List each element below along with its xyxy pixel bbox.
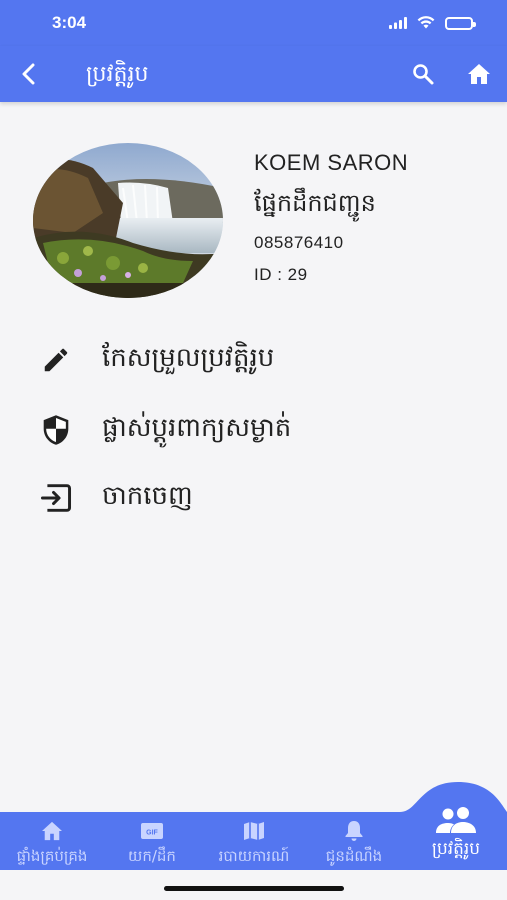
nav-item-pickup-delivery[interactable]: GIF យក/ដឹក [102,812,202,888]
shield-icon [38,412,74,448]
gif-icon: GIF [140,820,164,842]
profile-info: KOEM SARON ផ្នែកដឹកជញ្ជូន 085876410 ID :… [254,150,408,285]
battery-icon [445,17,476,30]
nav-item-profile[interactable]: ប្រវត្តិរូប [406,798,506,874]
status-icons [389,14,476,33]
menu-item-change-password[interactable]: ផ្លាស់ប្តូរពាក្យសម្ងាត់ [38,408,468,452]
home-icon [468,64,490,84]
nav-label: ប្រវត្តិរូប [431,839,481,859]
app-bar: ប្រវត្តិរូប [0,46,507,102]
search-button[interactable] [409,60,437,88]
nav-label: ជូនដំណឹង [325,847,383,865]
map-icon [243,820,265,842]
status-bar: 3:04 [0,0,507,46]
nav-label: របាយការណ៍ [218,847,290,865]
nav-item-notifications[interactable]: ជូនដំណឹង [304,812,404,888]
nav-label: ផ្ទាំងគ្រប់គ្រង [16,847,88,865]
profile-name: KOEM SARON [254,150,409,175]
menu-item-label: ចាកចេញ [102,481,193,511]
status-time: 3:04 [52,13,87,32]
nav-label: យក/ដឹក [128,847,176,865]
menu-item-label: ផ្លាស់ប្តូរពាក្យសម្ងាត់ [102,413,292,443]
menu-item-label: កែសម្រួលប្រវត្តិរូប [102,343,275,373]
profile-photo[interactable] [33,143,223,298]
waterfall-landscape-image [33,143,223,298]
search-icon [413,64,434,85]
profile-id: ID : 29 [254,265,308,284]
signal-icon [389,14,407,33]
home-indicator [164,886,344,891]
logout-icon [38,480,74,516]
profile-phone: 085876410 [254,233,344,252]
svg-text:GIF: GIF [146,830,158,837]
nav-item-dashboard[interactable]: ផ្ទាំងគ្រប់គ្រង [2,812,102,888]
pencil-icon [38,342,74,378]
people-icon [434,806,478,834]
profile-department: ផ្នែកដឹកជញ្ជូន [254,189,376,217]
wifi-icon [417,14,435,33]
menu-item-logout[interactable]: ចាកចេញ [38,476,468,520]
menu-item-edit-profile[interactable]: កែសម្រួលប្រវត្តិរូប [38,338,468,382]
bell-icon [344,820,364,842]
page-title: ប្រវត្តិរូប [86,62,149,87]
home-button[interactable] [465,60,493,88]
back-button[interactable] [14,60,42,88]
home-icon [41,820,63,842]
chevron-left-icon [22,63,35,85]
nav-item-report[interactable]: របាយការណ៍ [204,812,304,888]
